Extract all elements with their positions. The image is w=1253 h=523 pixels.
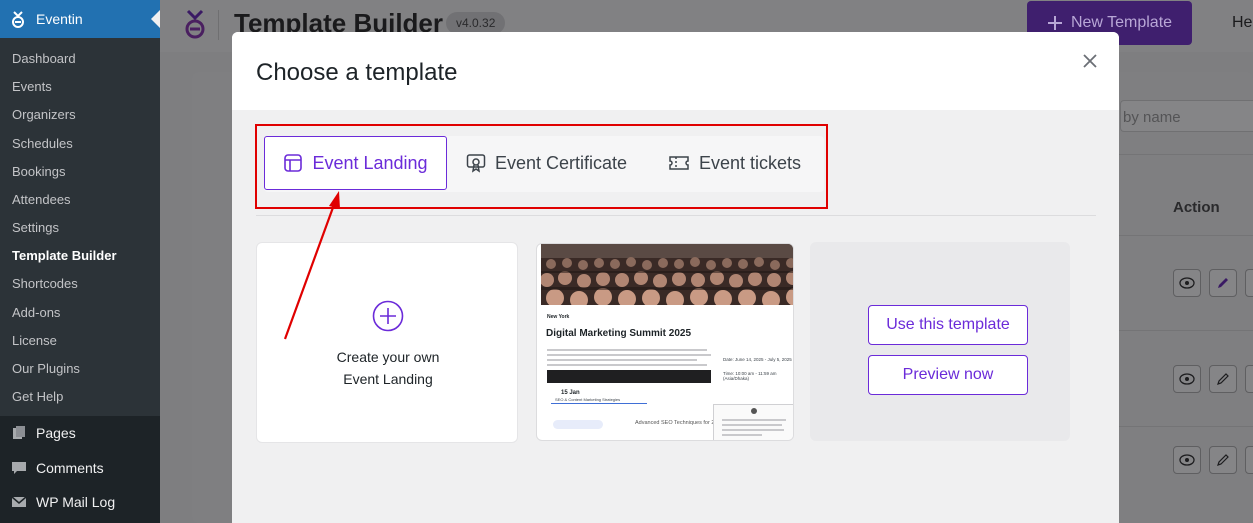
sidebar-item-label: Comments — [36, 460, 104, 476]
sidebar-item-attendees[interactable]: Attendees — [12, 192, 71, 207]
highlight-box-annotation — [255, 124, 828, 209]
sidebar-item-dashboard[interactable]: Dashboard — [12, 51, 76, 66]
view-button[interactable] — [1173, 446, 1201, 474]
sidebar-brand-eventin[interactable]: Eventin — [0, 0, 160, 38]
sidebar-brand-label: Eventin — [36, 11, 83, 27]
sidebar-item-events[interactable]: Events — [12, 79, 52, 94]
mail-icon — [10, 493, 28, 511]
help-link[interactable]: He — [1232, 14, 1252, 32]
preview-info-box — [713, 404, 793, 440]
preview-text-line — [722, 424, 782, 426]
close-icon[interactable] — [1080, 51, 1100, 71]
eventin-logo-icon — [185, 9, 205, 39]
preview-tab-underline — [551, 403, 647, 404]
preview-event-title: Digital Marketing Summit 2025 — [546, 328, 692, 339]
preview-text-line — [722, 419, 786, 421]
sidebar-item-settings[interactable]: Settings — [12, 220, 59, 235]
choose-template-modal: Choose a template Event Landing Event Ce… — [232, 32, 1119, 523]
edit-button[interactable] — [1209, 446, 1237, 474]
more-button[interactable] — [1245, 269, 1253, 297]
pencil-icon — [1218, 278, 1228, 288]
preview-text-line — [722, 434, 762, 436]
preview-date: Date: June 14, 2025 - July 5, 2025 — [723, 357, 792, 362]
sidebar-item-organizers[interactable]: Organizers — [12, 107, 76, 122]
sidebar-item-our-plugins[interactable]: Our Plugins — [12, 361, 80, 376]
search-input[interactable]: by name — [1120, 100, 1253, 132]
preview-text-line — [547, 364, 707, 366]
preview-session-title: Advanced SEO Techniques for 2025 — [635, 420, 724, 426]
sidebar-item-schedules[interactable]: Schedules — [12, 136, 73, 151]
plus-icon — [1047, 16, 1062, 30]
create-own-text: Create your own Event Landing — [257, 346, 519, 390]
preview-time-chip — [553, 420, 603, 429]
preview-text-line — [547, 359, 697, 361]
sidebar-item-comments[interactable]: Comments — [0, 451, 160, 485]
header-divider — [218, 10, 219, 40]
sidebar-item-wp-mail-log[interactable]: WP Mail Log — [0, 485, 160, 519]
edit-button[interactable] — [1209, 269, 1237, 297]
create-own-line2: Event Landing — [343, 371, 433, 387]
comments-icon — [10, 459, 28, 477]
preview-text-line — [547, 354, 711, 356]
preview-schedule-day: 15 Jan — [561, 390, 580, 396]
preview-time: Time: 10:00 am - 11:59 am (Asia/Dhaka) — [723, 371, 777, 381]
template-preview-card[interactable]: New York Digital Marketing Summit 2025 D… — [536, 243, 794, 441]
create-own-template-card[interactable]: Create your own Event Landing — [256, 242, 518, 443]
admin-sidebar: Eventin Dashboard Events Organizers Sche… — [0, 0, 160, 523]
sidebar-item-pages[interactable]: Pages — [0, 416, 160, 450]
template-card-hover[interactable]: Use this template Preview now — [810, 242, 1070, 441]
eventin-logo-icon — [12, 11, 24, 28]
eye-icon — [1179, 454, 1195, 466]
add-circle-icon — [372, 300, 404, 332]
view-button[interactable] — [1173, 365, 1201, 393]
version-badge: v4.0.32 — [446, 12, 506, 34]
more-button[interactable] — [1245, 365, 1253, 393]
preview-schedule-sub: SEO & Content Marketing Strategies — [555, 397, 621, 402]
eye-icon — [1179, 277, 1195, 289]
preview-now-button[interactable]: Preview now — [868, 355, 1028, 395]
info-icon — [751, 408, 757, 414]
action-column-header: Action — [1173, 199, 1220, 216]
sidebar-item-get-help[interactable]: Get Help — [12, 389, 63, 404]
sidebar-item-label: WP Mail Log — [36, 494, 116, 510]
sidebar-item-add-ons[interactable]: Add-ons — [12, 305, 60, 320]
pencil-icon — [1217, 373, 1229, 385]
preview-dark-bar — [547, 370, 711, 383]
current-menu-notch — [151, 10, 160, 28]
tabs-divider — [256, 215, 1096, 216]
search-placeholder: by name — [1123, 109, 1181, 126]
edit-button[interactable] — [1209, 365, 1237, 393]
sidebar-item-bookings[interactable]: Bookings — [12, 164, 65, 179]
modal-header: Choose a template — [232, 32, 1119, 110]
view-button[interactable] — [1173, 269, 1201, 297]
preview-text-line — [722, 429, 784, 431]
pages-icon — [10, 424, 28, 442]
use-template-button[interactable]: Use this template — [868, 305, 1028, 345]
new-template-label: New Template — [1070, 14, 1173, 31]
sidebar-item-template-builder[interactable]: Template Builder — [12, 248, 117, 263]
more-button[interactable] — [1245, 446, 1253, 474]
preview-text-line — [547, 349, 707, 351]
create-own-line1: Create your own — [336, 349, 440, 365]
eventin-submenu: Dashboard Events Organizers Schedules Bo… — [0, 38, 160, 416]
eye-icon — [1179, 373, 1195, 385]
conference-audience-image — [541, 244, 793, 305]
pencil-icon — [1217, 454, 1229, 466]
modal-title: Choose a template — [256, 59, 458, 86]
sidebar-item-shortcodes[interactable]: Shortcodes — [12, 276, 78, 291]
sidebar-item-license[interactable]: License — [12, 333, 57, 348]
sidebar-item-label: Pages — [36, 425, 76, 441]
preview-city: New York — [547, 314, 570, 320]
